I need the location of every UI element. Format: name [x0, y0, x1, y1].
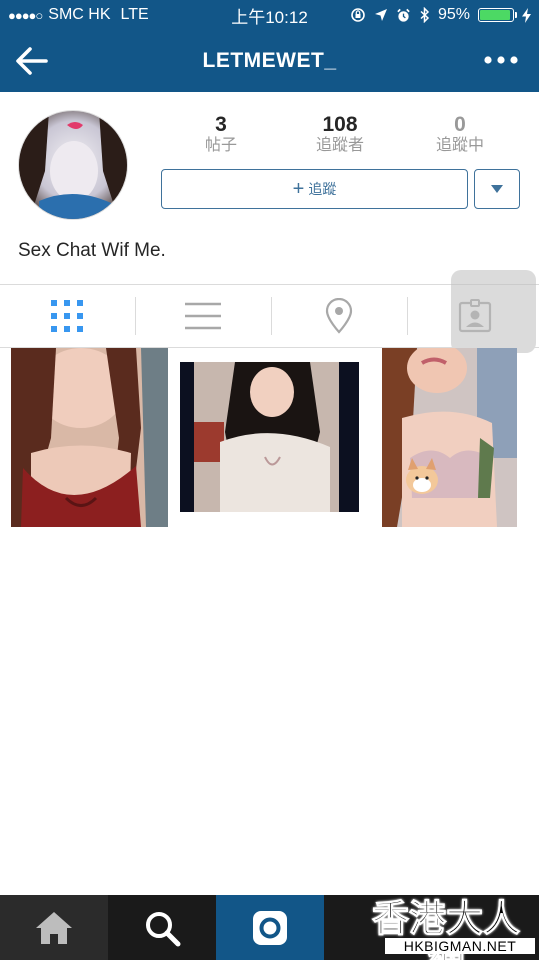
following-count: 0	[454, 113, 466, 136]
more-options-icon[interactable]	[483, 52, 519, 68]
post-photo-3	[382, 348, 517, 527]
avatar-photo	[19, 111, 127, 219]
followers-label: 追蹤者	[315, 137, 364, 154]
search-icon	[146, 911, 181, 946]
tab-search[interactable]	[108, 895, 216, 960]
battery-icon	[478, 8, 517, 22]
tab-grid-view[interactable]	[0, 285, 134, 347]
following-count-stat[interactable]: 0 追蹤中	[405, 114, 515, 156]
list-icon	[185, 302, 221, 330]
posts-label: 帖子	[204, 137, 237, 154]
network-type: LTE	[120, 6, 149, 23]
location-arrow-icon	[374, 9, 387, 21]
site-watermark: 香港大人網 HKBIGMAN.NET	[355, 897, 537, 960]
tab-list-view[interactable]	[136, 285, 270, 347]
status-time: 上午10:12	[231, 7, 308, 27]
charging-bolt-icon	[522, 7, 531, 23]
signal-strength-icon: ●●●●○	[8, 7, 43, 23]
followers-count: 108	[322, 113, 358, 136]
status-bar: ●●●●○ SMC HK LTE 上午10:12 95%	[0, 0, 539, 30]
camera-icon	[253, 910, 287, 945]
suggested-accounts-dropdown[interactable]	[474, 169, 520, 209]
profile-avatar[interactable]	[18, 110, 128, 220]
post-thumbnail[interactable]	[11, 348, 168, 527]
rotation-lock-icon	[351, 8, 365, 22]
followers-count-stat[interactable]: 108 追蹤者	[285, 114, 395, 156]
profile-bio: Sex Chat Wif Me.	[18, 240, 166, 261]
following-label: 追蹤中	[435, 137, 484, 154]
home-icon	[36, 911, 72, 944]
tab-camera[interactable]	[216, 895, 324, 960]
battery-percent: 95%	[437, 6, 470, 23]
posts-count: 3	[215, 113, 227, 136]
posts-count-stat[interactable]: 3 帖子	[166, 114, 276, 156]
profile-username-title: LETMEWET_	[202, 49, 337, 72]
assistive-touch-overlay[interactable]	[451, 270, 536, 353]
location-pin-icon	[325, 298, 353, 334]
navigation-bar: LETMEWET_	[0, 30, 539, 92]
follow-label: 追蹤	[308, 181, 337, 197]
post-thumbnail[interactable]	[382, 348, 517, 527]
follow-button[interactable]: + 追蹤	[161, 169, 468, 209]
post-photo-2	[180, 362, 359, 512]
carrier-name: SMC HK	[48, 6, 111, 23]
tab-home[interactable]	[0, 895, 108, 960]
watermark-url: HKBIGMAN.NET	[385, 938, 535, 954]
plus-icon: +	[292, 178, 305, 200]
post-photo-1	[11, 348, 168, 527]
grid-icon	[51, 300, 83, 332]
tab-location-view[interactable]	[272, 285, 406, 347]
triangle-down-icon	[491, 185, 503, 193]
post-thumbnail[interactable]	[180, 362, 359, 512]
alarm-clock-icon	[397, 8, 410, 22]
bluetooth-icon	[420, 7, 430, 23]
